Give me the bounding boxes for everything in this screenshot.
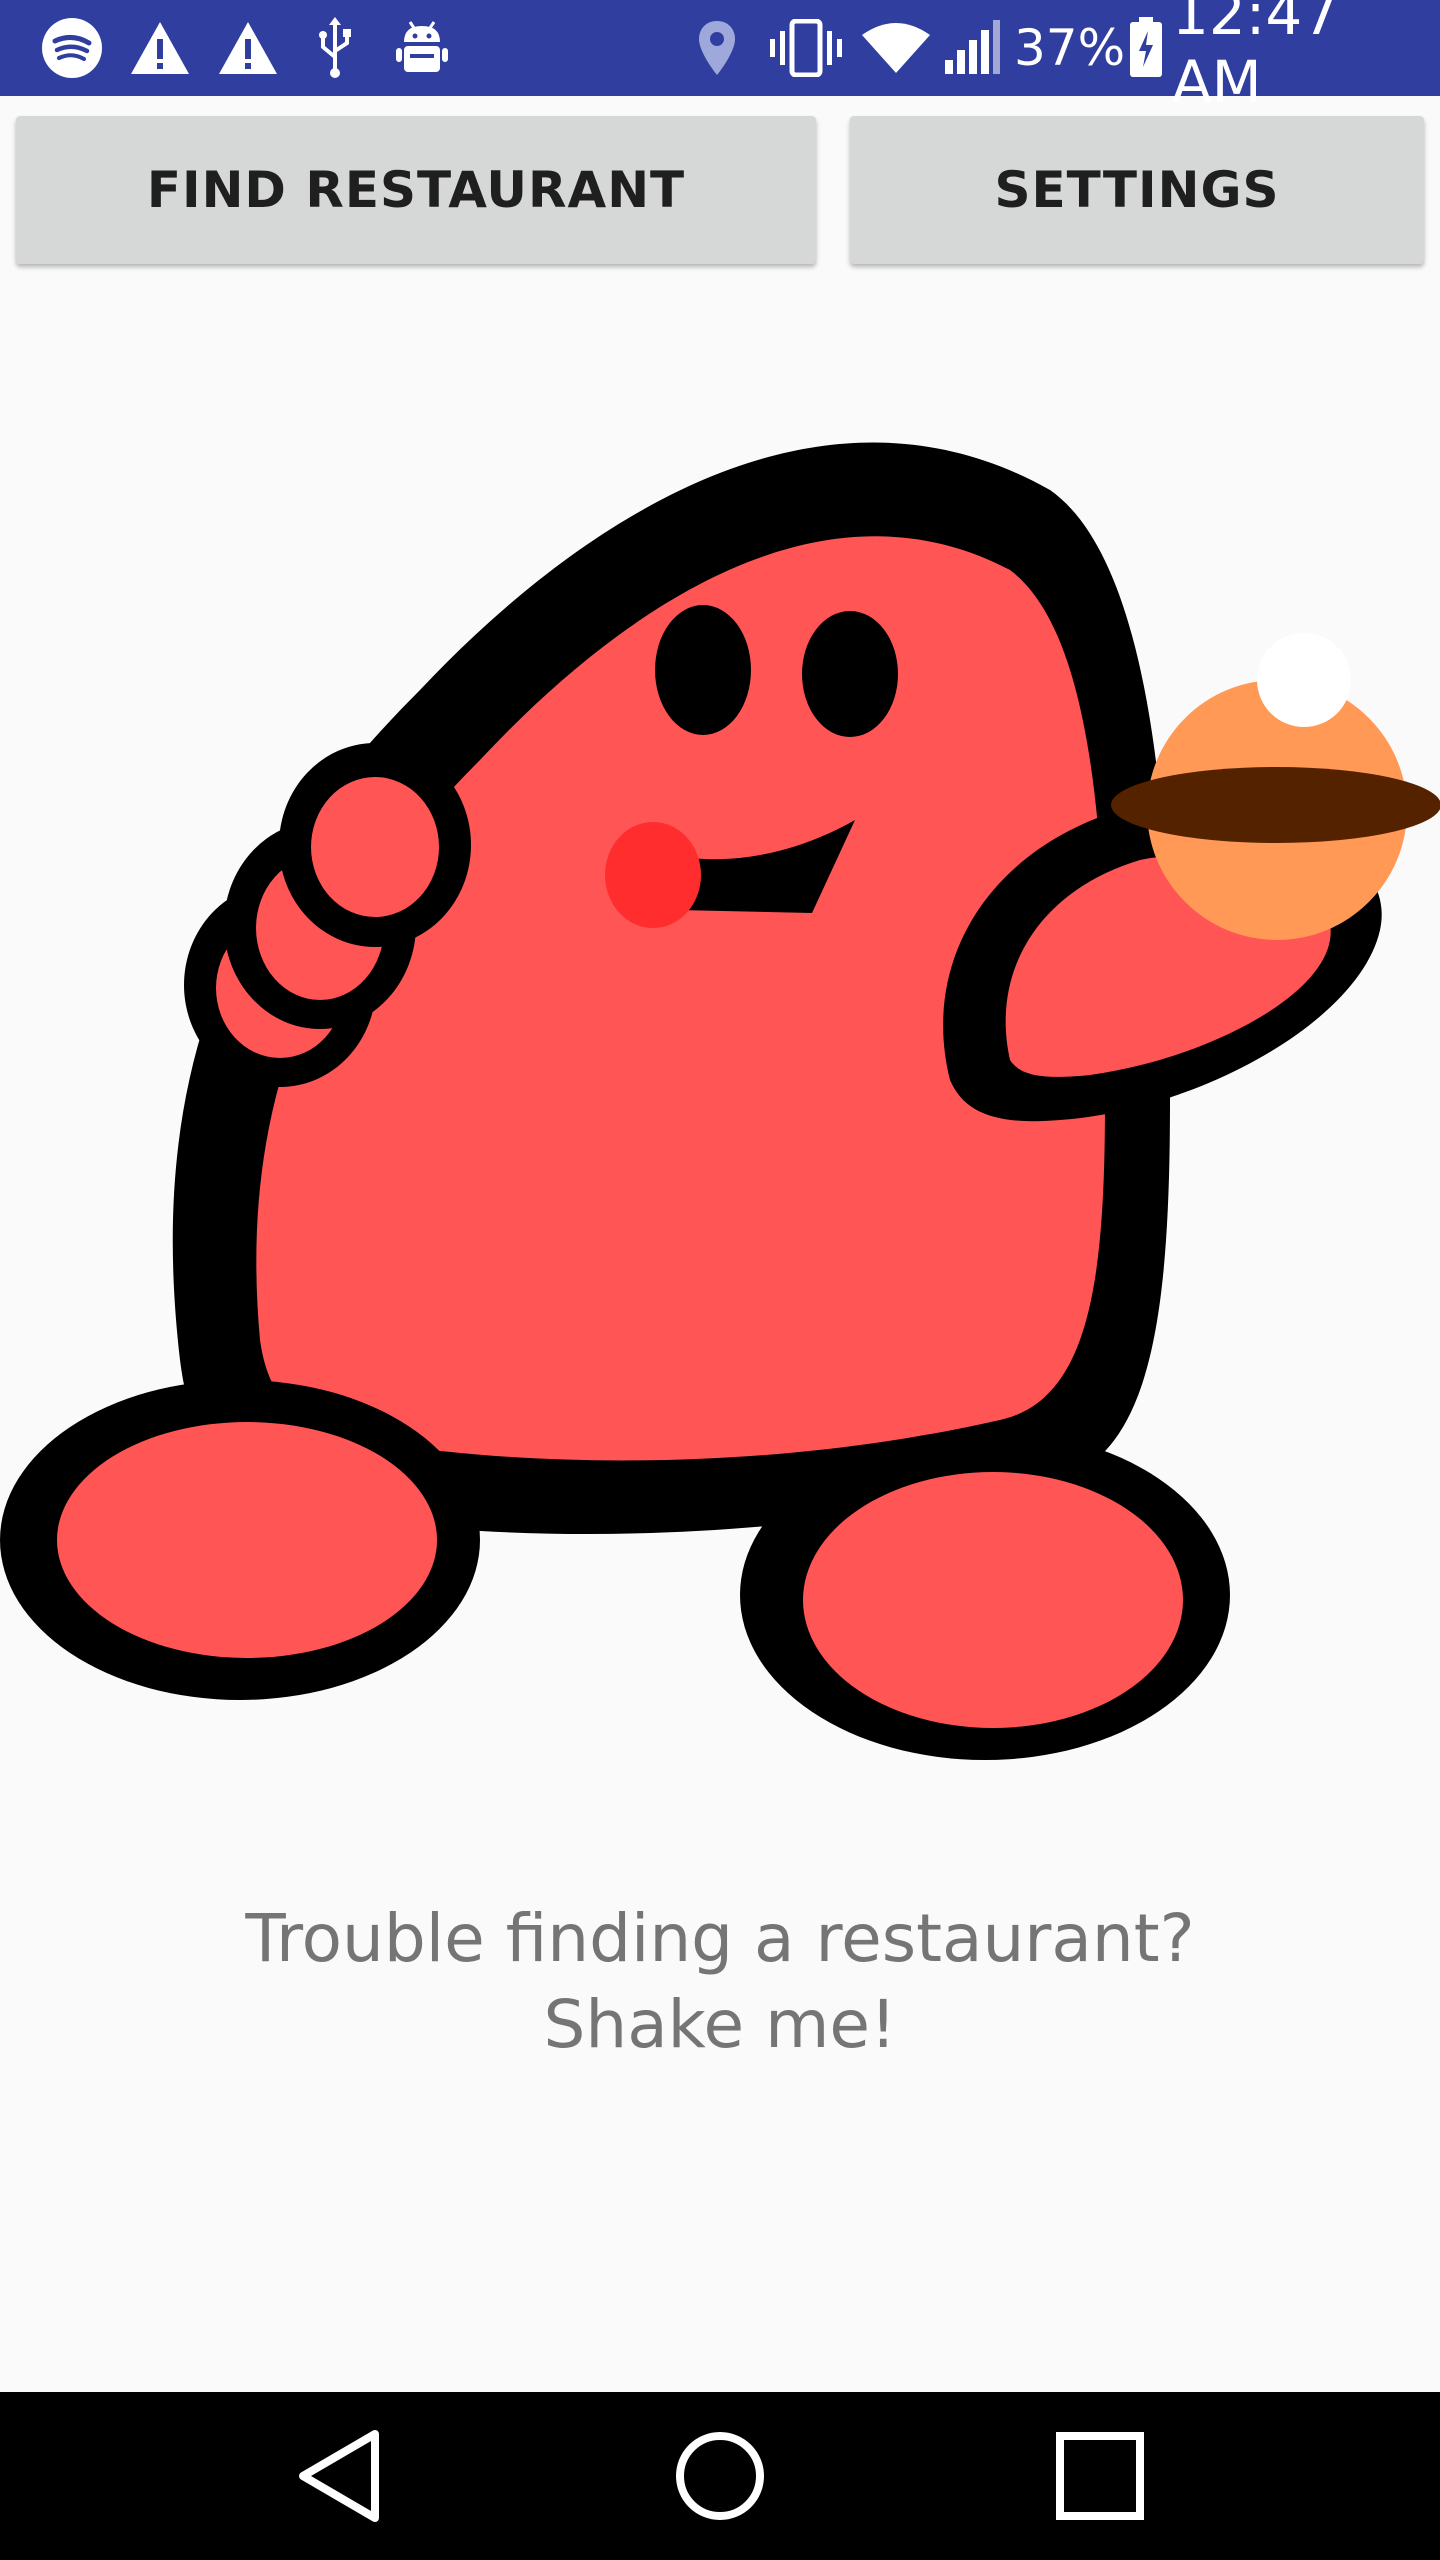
usb-icon [310, 0, 360, 96]
vibrate-icon [766, 0, 846, 96]
clock: 12:47 AM [1172, 0, 1340, 116]
mascot-image[interactable] [0, 400, 1440, 1780]
recents-button[interactable] [1000, 2392, 1200, 2560]
back-icon [299, 2430, 379, 2522]
cell-signal-icon [940, 0, 1004, 96]
caption-line-2: Shake me! [543, 1986, 897, 2063]
warning-icon [216, 0, 280, 96]
left-foot [0, 1380, 480, 1700]
recents-icon [1056, 2432, 1144, 2520]
warning-icon [128, 0, 192, 96]
status-bar: 37% 12:47 AM [0, 0, 1440, 116]
right-eye [802, 611, 898, 737]
back-button[interactable] [240, 2392, 440, 2560]
home-button[interactable] [620, 2392, 820, 2560]
battery-charging-icon [1124, 0, 1168, 96]
wifi-icon [858, 0, 934, 96]
spotify-icon [40, 0, 104, 96]
tongue [605, 822, 701, 928]
android-debug-icon [392, 0, 452, 96]
home-icon [676, 2432, 764, 2520]
location-icon [692, 0, 742, 96]
find-restaurant-button[interactable]: FIND RESTAURANT [16, 116, 816, 264]
battery-percent: 37% [1014, 19, 1126, 77]
left-eye [655, 605, 751, 735]
settings-button[interactable]: SETTINGS [850, 116, 1424, 264]
navigation-bar [0, 2392, 1440, 2560]
right-foot [740, 1430, 1230, 1760]
caption-line-1: Trouble finding a restaurant? [245, 1900, 1195, 1977]
